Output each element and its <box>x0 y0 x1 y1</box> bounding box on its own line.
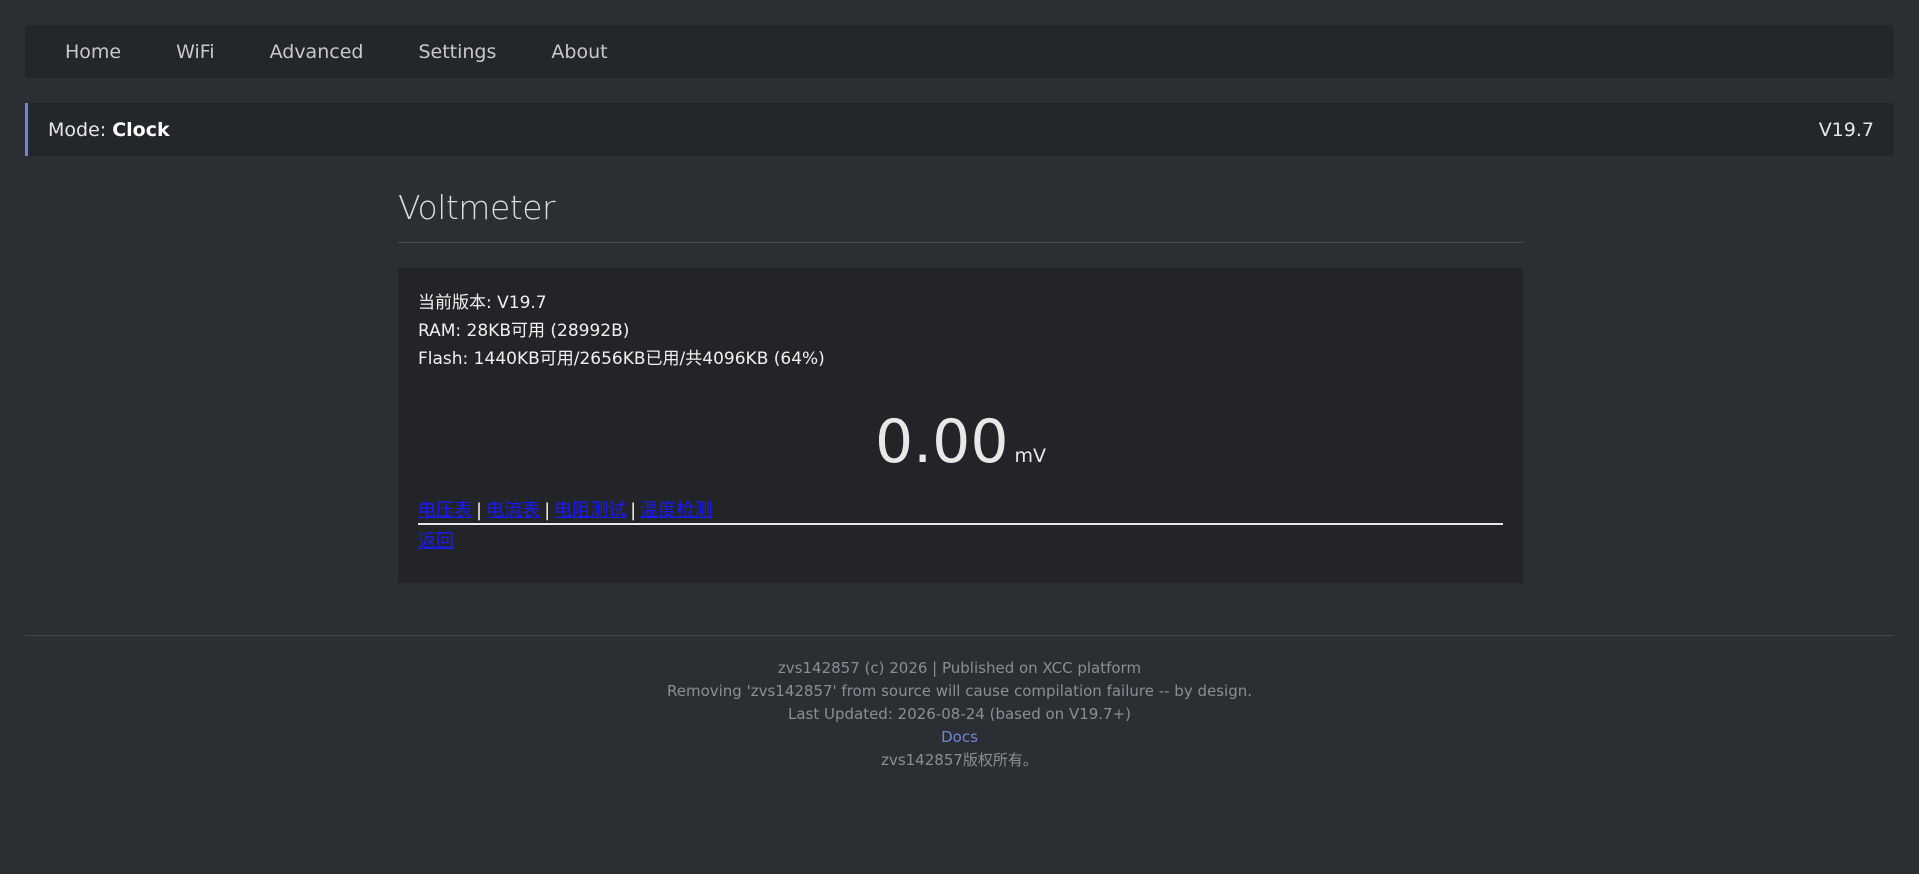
link-resistance-test[interactable]: 电阻测试 <box>554 500 626 521</box>
link-voltmeter[interactable]: 电压表 <box>418 500 472 521</box>
firmware-version: V19.7 <box>1818 118 1874 141</box>
voltage-reading: 0.00 mV <box>418 407 1503 477</box>
link-ammeter[interactable]: 电流表 <box>486 500 540 521</box>
version-info: 当前版本: V19.7 <box>418 293 547 313</box>
flash-info: Flash: 1440KB可用/2656KB已用/共4096KB (64%) <box>418 349 825 369</box>
back-link[interactable]: 返回 <box>418 531 454 552</box>
link-temperature-detect[interactable]: 温度检测 <box>640 500 712 521</box>
nav-wifi[interactable]: WiFi <box>176 41 214 63</box>
footer-copyright: zvs142857 (c) 2026 | Published on XCC pl… <box>777 659 1142 677</box>
main-content: Voltmeter 当前版本: V19.7 RAM: 28KB可用 (28992… <box>398 180 1523 583</box>
voltage-value: 0.00 <box>874 407 1009 477</box>
link-separator: | <box>630 500 637 521</box>
docs-link[interactable]: Docs <box>941 728 978 746</box>
ram-info: RAM: 28KB可用 (28992B) <box>418 321 630 341</box>
nav-home[interactable]: Home <box>65 41 121 63</box>
meter-links: 电压表 | 电流表 | 电阻测试 | 温度检测 <box>418 499 1503 525</box>
mode-indicator: Mode: Clock <box>48 119 170 141</box>
voltmeter-card: 当前版本: V19.7 RAM: 28KB可用 (28992B) Flash: … <box>398 268 1523 583</box>
voltage-unit: mV <box>1014 445 1047 467</box>
mode-value: Clock <box>112 118 170 141</box>
mode-status-bar: Mode: Clock V19.7 <box>25 103 1894 156</box>
nav-about[interactable]: About <box>551 41 607 63</box>
footer-last-updated: Last Updated: 2026-08-24 (based on V19.7… <box>787 705 1132 723</box>
footer-divider <box>25 635 1894 636</box>
footer-rights: zvs142857版权所有。 <box>881 751 1038 769</box>
link-separator: | <box>544 500 551 521</box>
mode-label: Mode: <box>48 118 113 141</box>
footer-notice: Removing 'zvs142857' from source will ca… <box>666 682 1253 700</box>
link-separator: | <box>476 500 483 521</box>
nav-settings[interactable]: Settings <box>418 41 496 63</box>
top-navbar: Home WiFi Advanced Settings About <box>25 25 1894 78</box>
page-title: Voltmeter <box>398 180 1523 243</box>
footer: zvs142857 (c) 2026 | Published on XCC pl… <box>0 657 1919 772</box>
nav-advanced[interactable]: Advanced <box>270 41 364 63</box>
